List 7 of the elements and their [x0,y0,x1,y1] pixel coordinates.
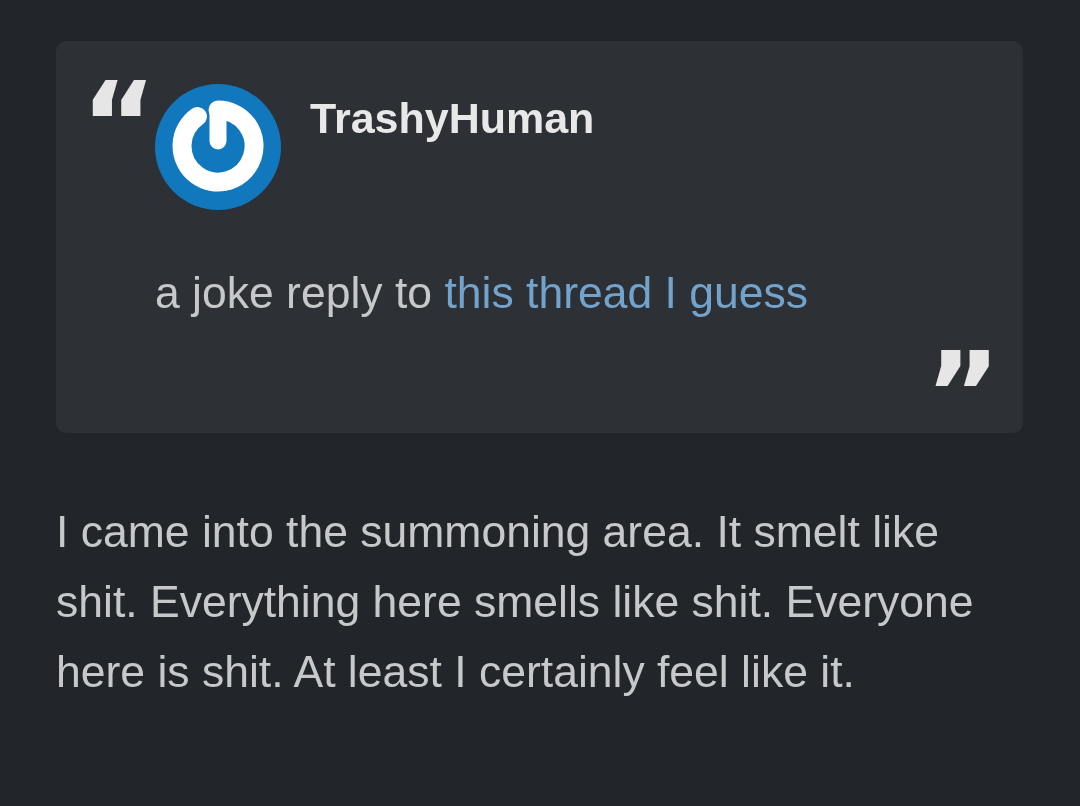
username: TrashyHuman [310,93,595,144]
body-paragraph: I came into the summoning area. It smelt like shit. Everything here smells like shit. Everyone here is shit. At least I certainly feel like it. [56,506,975,698]
thread-link[interactable]: this thread I guess [444,268,809,317]
close-quote-mark: ” [925,351,992,390]
reply-text: a joke reply to this thread I guess [155,267,810,319]
open-quote-mark: “ [81,81,148,120]
power-avatar-icon [155,84,281,210]
